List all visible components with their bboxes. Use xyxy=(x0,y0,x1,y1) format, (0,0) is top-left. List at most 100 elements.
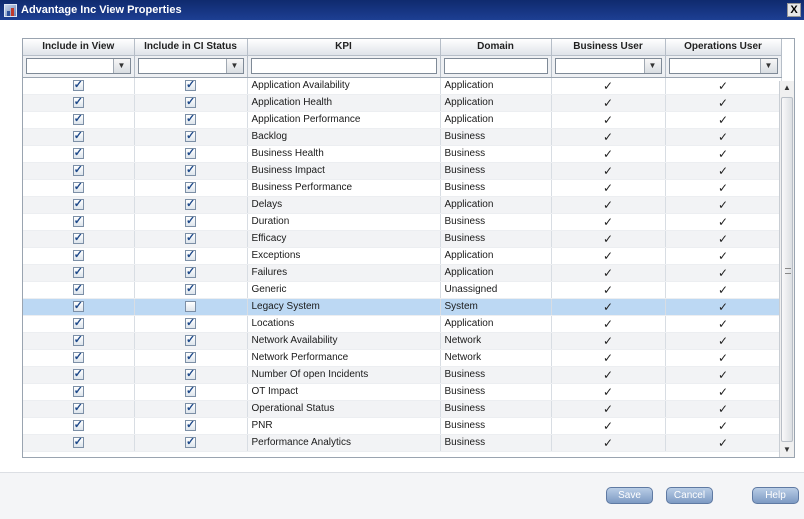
include-in-view-checkbox[interactable] xyxy=(72,299,84,312)
table-row[interactable]: PNRBusiness ✓ ✓ xyxy=(23,417,782,435)
operations-user-cell[interactable]: ✓ xyxy=(665,128,782,146)
column-header-domain[interactable]: Domain xyxy=(440,39,552,56)
include-in-ci-status-checkbox[interactable] xyxy=(185,214,196,227)
include-in-ci-status-checkbox[interactable] xyxy=(185,78,196,91)
include-in-ci-status-checkbox[interactable] xyxy=(185,367,196,380)
table-row[interactable]: Business HealthBusiness ✓ ✓ xyxy=(23,145,782,163)
operations-user-cell[interactable]: ✓ xyxy=(665,383,782,401)
include-in-view-checkbox[interactable] xyxy=(72,180,84,193)
business-user-cell[interactable]: ✓ xyxy=(551,196,666,214)
table-row[interactable]: Number Of open IncidentsBusiness ✓ ✓ xyxy=(23,366,782,384)
business-user-cell[interactable]: ✓ xyxy=(551,213,666,231)
close-button[interactable]: X xyxy=(787,3,801,17)
include-in-view-checkbox[interactable] xyxy=(72,401,84,414)
include-in-ci-status-checkbox[interactable] xyxy=(185,248,196,261)
include-in-view-checkbox[interactable] xyxy=(72,350,84,363)
business-user-cell[interactable]: ✓ xyxy=(551,264,666,282)
include-in-ci-status-checkbox[interactable] xyxy=(185,95,196,108)
operations-user-cell[interactable]: ✓ xyxy=(665,77,782,95)
table-row[interactable]: Business ImpactBusiness ✓ ✓ xyxy=(23,162,782,180)
include-in-view-checkbox[interactable] xyxy=(72,78,84,91)
include-in-view-checkbox[interactable] xyxy=(72,197,84,210)
table-row[interactable]: GenericUnassigned ✓ ✓ xyxy=(23,281,782,299)
include-in-view-checkbox[interactable] xyxy=(72,129,84,142)
operations-user-cell[interactable]: ✓ xyxy=(665,264,782,282)
table-row[interactable]: Business PerformanceBusiness ✓ ✓ xyxy=(23,179,782,197)
business-user-cell[interactable]: ✓ xyxy=(551,434,666,452)
operations-user-cell[interactable]: ✓ xyxy=(665,145,782,163)
business-user-cell[interactable]: ✓ xyxy=(551,332,666,350)
include-in-view-checkbox[interactable] xyxy=(72,333,84,346)
scroll-down-arrow-icon[interactable]: ▼ xyxy=(780,443,794,457)
include-in-view-checkbox[interactable] xyxy=(72,112,84,125)
include-in-view-checkbox[interactable] xyxy=(72,418,84,431)
save-button[interactable]: Save xyxy=(606,487,653,504)
domain-filter-input[interactable] xyxy=(443,58,548,74)
business-user-cell[interactable]: ✓ xyxy=(551,162,666,180)
help-button[interactable]: Help xyxy=(752,487,799,504)
include-in-ci-status-checkbox[interactable] xyxy=(185,180,196,193)
table-row[interactable]: Application PerformanceApplication ✓ ✓ xyxy=(23,111,782,129)
table-row[interactable]: EfficacyBusiness ✓ ✓ xyxy=(23,230,782,248)
business-user-filter-dropdown[interactable] xyxy=(554,58,662,74)
business-user-cell[interactable]: ✓ xyxy=(551,315,666,333)
table-row[interactable]: Performance AnalyticsBusiness ✓ ✓ xyxy=(23,434,782,452)
table-row[interactable]: LocationsApplication ✓ ✓ xyxy=(23,315,782,333)
operations-user-cell[interactable]: ✓ xyxy=(665,417,782,435)
operations-user-filter-dropdown[interactable] xyxy=(668,58,778,74)
business-user-cell[interactable]: ✓ xyxy=(551,145,666,163)
table-row[interactable]: Operational StatusBusiness ✓ ✓ xyxy=(23,400,782,418)
business-user-cell[interactable]: ✓ xyxy=(551,128,666,146)
operations-user-cell[interactable]: ✓ xyxy=(665,213,782,231)
operations-user-cell[interactable]: ✓ xyxy=(665,94,782,112)
business-user-cell[interactable]: ✓ xyxy=(551,230,666,248)
table-row[interactable]: BacklogBusiness ✓ ✓ xyxy=(23,128,782,146)
cancel-button[interactable]: Cancel xyxy=(666,487,713,504)
column-header-kpi[interactable]: KPI xyxy=(247,39,441,56)
scroll-up-arrow-icon[interactable]: ▲ xyxy=(780,81,794,95)
table-row[interactable]: OT ImpactBusiness ✓ ✓ xyxy=(23,383,782,401)
include-in-ci-status-checkbox[interactable] xyxy=(185,146,196,159)
business-user-cell[interactable]: ✓ xyxy=(551,400,666,418)
table-row[interactable]: Application HealthApplication ✓ ✓ xyxy=(23,94,782,112)
table-row[interactable]: FailuresApplication ✓ ✓ xyxy=(23,264,782,282)
include-in-ci-status-checkbox[interactable] xyxy=(185,163,196,176)
business-user-cell[interactable]: ✓ xyxy=(551,298,666,316)
scrollbar-thumb[interactable] xyxy=(781,97,793,442)
business-user-cell[interactable]: ✓ xyxy=(551,417,666,435)
business-user-cell[interactable]: ✓ xyxy=(551,179,666,197)
include-in-view-checkbox[interactable] xyxy=(72,435,84,448)
business-user-cell[interactable]: ✓ xyxy=(551,94,666,112)
include-in-ci-status-checkbox[interactable] xyxy=(185,231,196,244)
include-in-ci-status-checkbox[interactable] xyxy=(185,129,196,142)
business-user-cell[interactable]: ✓ xyxy=(551,77,666,95)
include-in-ci-status-checkbox[interactable] xyxy=(185,418,196,431)
operations-user-cell[interactable]: ✓ xyxy=(665,349,782,367)
include-in-view-checkbox[interactable] xyxy=(72,316,84,329)
operations-user-cell[interactable]: ✓ xyxy=(665,400,782,418)
include-in-ci-status-checkbox[interactable] xyxy=(185,316,196,329)
business-user-cell[interactable]: ✓ xyxy=(551,349,666,367)
operations-user-cell[interactable]: ✓ xyxy=(665,247,782,265)
include-in-view-checkbox[interactable] xyxy=(72,384,84,397)
column-header-include-in-ci-status[interactable]: Include in CI Status xyxy=(134,39,248,56)
include-in-view-checkbox[interactable] xyxy=(72,367,84,380)
operations-user-cell[interactable]: ✓ xyxy=(665,315,782,333)
column-header-include-in-view[interactable]: Include in View xyxy=(23,39,135,56)
operations-user-cell[interactable]: ✓ xyxy=(665,179,782,197)
business-user-cell[interactable]: ✓ xyxy=(551,247,666,265)
include-in-ci-status-filter-dropdown[interactable] xyxy=(137,58,244,74)
include-in-ci-status-checkbox[interactable] xyxy=(185,384,196,397)
table-row[interactable]: DelaysApplication ✓ ✓ xyxy=(23,196,782,214)
include-in-view-checkbox[interactable] xyxy=(72,163,84,176)
operations-user-cell[interactable]: ✓ xyxy=(665,366,782,384)
table-row[interactable]: Application AvailabilityApplication ✓ ✓ xyxy=(23,77,782,95)
include-in-ci-status-checkbox[interactable] xyxy=(185,112,196,125)
include-in-ci-status-checkbox[interactable] xyxy=(185,197,196,210)
operations-user-cell[interactable]: ✓ xyxy=(665,434,782,452)
business-user-cell[interactable]: ✓ xyxy=(551,383,666,401)
business-user-cell[interactable]: ✓ xyxy=(551,281,666,299)
include-in-view-checkbox[interactable] xyxy=(72,248,84,261)
vertical-scrollbar[interactable]: ▲ ▼ xyxy=(779,81,794,457)
include-in-view-checkbox[interactable] xyxy=(72,214,84,227)
